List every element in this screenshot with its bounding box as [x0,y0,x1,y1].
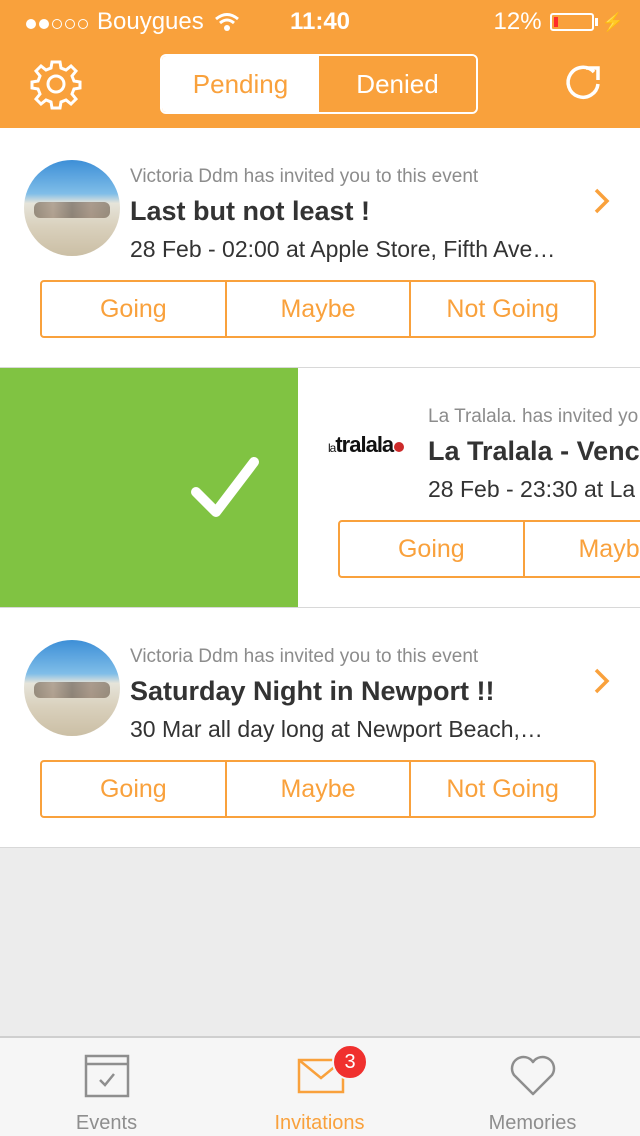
tab-pending[interactable]: Pending [162,56,319,112]
checkmark-icon [191,457,259,517]
battery-indicator: 12% ⚡ [494,8,624,36]
invitation-card-swiped[interactable]: latralala La Tralala. has invited yo La … [0,368,640,608]
inviter-avatar [24,640,120,736]
tab-events[interactable]: Events [0,1038,213,1136]
event-detail: 28 Feb - 02:00 at Apple Store, Fifth Ave… [130,236,556,262]
invitation-card-content: Victoria Ddm has invited you to this eve… [0,128,640,367]
event-title: Saturday Night in Newport !! [130,676,495,706]
chevron-right-icon[interactable] [592,186,612,216]
battery-icon [549,13,594,31]
event-title: Last but not least ! [130,196,371,226]
tab-memories[interactable]: Memories [426,1038,639,1136]
app-header: Bouygues 11:40 12% ⚡ Pending Denied [0,0,640,128]
inviter-text: Victoria Ddm has invited you to this eve… [130,646,479,667]
invitation-card[interactable]: Victoria Ddm has invited you to this eve… [0,608,640,848]
battery-level-fill [553,17,558,27]
tab-bar: Events Invitations 3 Memories [0,1036,640,1136]
battery-percent: 12% [493,8,542,35]
calendar-check-icon [84,1054,130,1098]
maybe-button[interactable]: Maybe [227,762,412,816]
maybe-button[interactable]: Maybe [227,282,412,336]
invitation-card-content: Victoria Ddm has invited you to this eve… [0,608,640,847]
maybe-button[interactable]: Maybe [525,522,640,576]
settings-gear-icon[interactable] [30,58,82,110]
event-detail: 30 Mar all day long at Newport Beach,… [130,716,543,742]
not-going-button[interactable]: Not Going [411,282,594,336]
invitation-card[interactable]: Victoria Ddm has invited you to this eve… [0,128,640,368]
status-bar: Bouygues 11:40 12% ⚡ [0,0,640,40]
going-button[interactable]: Going [42,762,227,816]
chevron-right-icon[interactable] [592,666,612,696]
not-going-button[interactable]: Not Going [411,762,594,816]
charging-bolt-icon: ⚡ [601,11,624,32]
heart-icon [510,1055,556,1096]
invitation-card-content: latralala La Tralala. has invited yo La … [298,368,640,607]
event-title: La Tralala - Venc [428,436,640,466]
rsvp-buttons: Going Maybe Not Going [40,760,596,818]
inviter-text: La Tralala. has invited yo [428,406,639,427]
tab-label: Invitations [274,1112,365,1134]
notification-badge: 3 [332,1044,368,1080]
going-button[interactable]: Going [42,282,227,336]
invitation-list: Victoria Ddm has invited you to this eve… [0,128,640,848]
tab-label: Memories [488,1112,577,1134]
event-detail: 28 Feb - 23:30 at La [428,476,636,502]
rsvp-buttons: Going Maybe Not Going [338,520,640,578]
tab-invitations[interactable]: Invitations [213,1038,426,1136]
battery-tip [594,18,598,26]
swipe-accept-action[interactable] [0,368,298,607]
going-button[interactable]: Going [340,522,525,576]
latralala-logo: latralala [328,432,412,466]
refresh-icon[interactable] [562,62,604,104]
tab-label: Events [75,1112,138,1134]
inviter-text: Victoria Ddm has invited you to this eve… [130,166,479,187]
status-segmented-control: Pending Denied [160,54,478,114]
inviter-avatar [24,160,120,256]
rsvp-buttons: Going Maybe Not Going [40,280,596,338]
tab-denied[interactable]: Denied [319,56,476,112]
